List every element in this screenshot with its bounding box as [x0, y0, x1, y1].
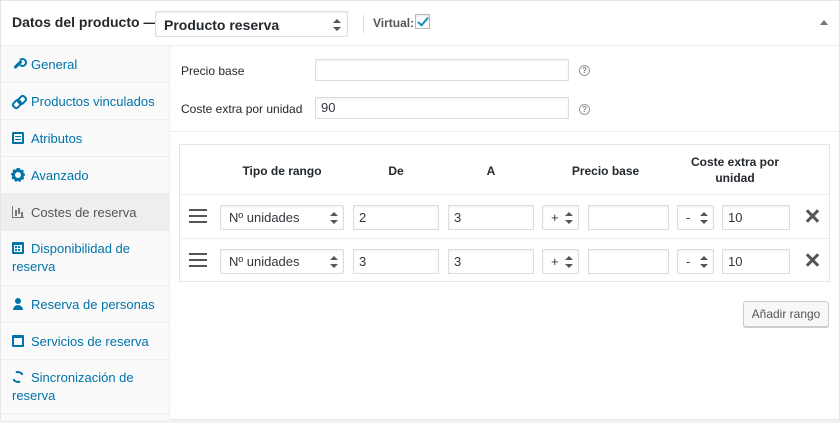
tab-booking-costs-label: Costes de reserva	[31, 205, 137, 220]
extra-cost-input[interactable]: 90	[315, 97, 569, 119]
tab-booking-availability-label: Disponibilidad de reserva	[12, 241, 131, 274]
table-row: Nº unidades 3 3 + - 10	[180, 238, 829, 282]
range-type-value: Nº unidades	[229, 210, 300, 225]
tab-advanced-label: Avanzado	[31, 168, 89, 183]
tab-booking-services-label: Servicios de reserva	[31, 334, 149, 349]
tab-booking-sync-label: Sincronización de reserva	[12, 370, 134, 403]
booking-costs-panel: Precio base ? Coste extra por unidad 90 …	[170, 46, 839, 420]
drag-handle-icon[interactable]	[189, 209, 207, 223]
tab-booking-sync[interactable]: Sincronización de reserva	[1, 360, 169, 414]
row-extra-cost-input[interactable]: 10	[722, 249, 790, 274]
select-arrows-icon	[565, 212, 573, 224]
help-icon[interactable]: ?	[579, 65, 590, 76]
select-arrows-icon	[330, 256, 338, 268]
base-operator-select[interactable]: +	[542, 249, 579, 274]
header-to: A	[486, 164, 496, 178]
select-arrows-icon	[330, 212, 338, 224]
tab-booking-persons-label: Reserva de personas	[31, 297, 155, 312]
to-input[interactable]: 3	[448, 205, 534, 230]
window-icon	[12, 335, 24, 347]
remove-row-icon[interactable]	[804, 208, 820, 224]
collapse-toggle-icon[interactable]	[820, 20, 828, 25]
tab-linked-products[interactable]: Productos vinculados	[1, 83, 169, 120]
cost-range-table: Tipo de rango De A Precio base Coste ext…	[179, 144, 830, 282]
tab-booking-services[interactable]: Servicios de reserva	[1, 323, 169, 360]
product-data-panel: Datos del producto — Producto reserva Vi…	[0, 0, 840, 420]
select-arrows-icon	[565, 256, 573, 268]
base-price-input[interactable]	[315, 59, 569, 81]
select-arrows-icon	[700, 256, 708, 268]
from-input[interactable]: 3	[353, 249, 439, 274]
tab-booking-availability[interactable]: Disponibilidad de reserva	[1, 231, 169, 286]
wrench-icon	[12, 58, 27, 70]
extra-operator-select[interactable]: -	[677, 249, 714, 274]
tab-booking-costs[interactable]: Costes de reserva	[1, 194, 169, 231]
tab-linked-products-label: Productos vinculados	[31, 94, 155, 109]
header-range-type: Tipo de rango	[242, 164, 322, 178]
header-extra-cost: Coste extra por unidad	[690, 155, 780, 185]
product-type-value: Producto reserva	[164, 17, 280, 33]
person-icon	[12, 298, 24, 310]
add-range-button[interactable]: Añadir rango	[743, 301, 829, 327]
row-base-price-input[interactable]	[588, 205, 669, 230]
tab-general-label: General	[31, 57, 78, 72]
link-icon	[12, 95, 24, 107]
select-arrows-icon	[333, 19, 341, 31]
section-divider	[170, 131, 839, 132]
panel-title: Datos del producto —	[12, 14, 158, 30]
product-type-select[interactable]: Producto reserva	[155, 11, 348, 37]
virtual-label: Virtual:	[373, 16, 415, 30]
table-row: Nº unidades 2 3 + - 10	[180, 194, 829, 238]
tab-booking-persons[interactable]: Reserva de personas	[1, 286, 169, 323]
range-type-select[interactable]: Nº unidades	[220, 249, 344, 274]
panel-header: Datos del producto — Producto reserva Vi…	[1, 1, 839, 46]
range-type-select[interactable]: Nº unidades	[220, 205, 344, 230]
gear-icon	[11, 168, 25, 182]
base-operator-select[interactable]: +	[542, 205, 579, 230]
help-icon[interactable]: ?	[579, 104, 590, 115]
row-base-price-input[interactable]	[588, 249, 669, 274]
extra-operator-value: -	[686, 210, 691, 225]
to-input[interactable]: 3	[448, 249, 534, 274]
bar-chart-icon	[12, 206, 24, 218]
product-data-tabs: General Productos vinculados Atributos A…	[1, 46, 170, 420]
from-input[interactable]: 2	[353, 205, 439, 230]
extra-operator-select[interactable]: -	[677, 205, 714, 230]
header-base-price: Precio base	[571, 164, 640, 178]
range-type-value: Nº unidades	[229, 254, 300, 269]
tab-advanced[interactable]: Avanzado	[1, 157, 169, 194]
extra-operator-value: -	[686, 254, 691, 269]
drag-handle-icon[interactable]	[189, 253, 207, 267]
extra-cost-label: Coste extra por unidad	[181, 102, 303, 116]
remove-row-icon[interactable]	[804, 252, 820, 268]
base-price-label: Precio base	[181, 64, 245, 78]
base-operator-value: +	[551, 210, 559, 225]
base-operator-value: +	[551, 254, 559, 269]
virtual-checkbox[interactable]	[415, 14, 430, 29]
tab-attributes-label: Atributos	[31, 131, 83, 146]
list-icon	[12, 132, 24, 144]
header-from: De	[388, 164, 404, 178]
row-extra-cost-input[interactable]: 10	[722, 205, 790, 230]
tab-general[interactable]: General	[1, 46, 169, 83]
select-arrows-icon	[700, 212, 708, 224]
tab-attributes[interactable]: Atributos	[1, 120, 169, 157]
header-separator	[363, 15, 364, 33]
